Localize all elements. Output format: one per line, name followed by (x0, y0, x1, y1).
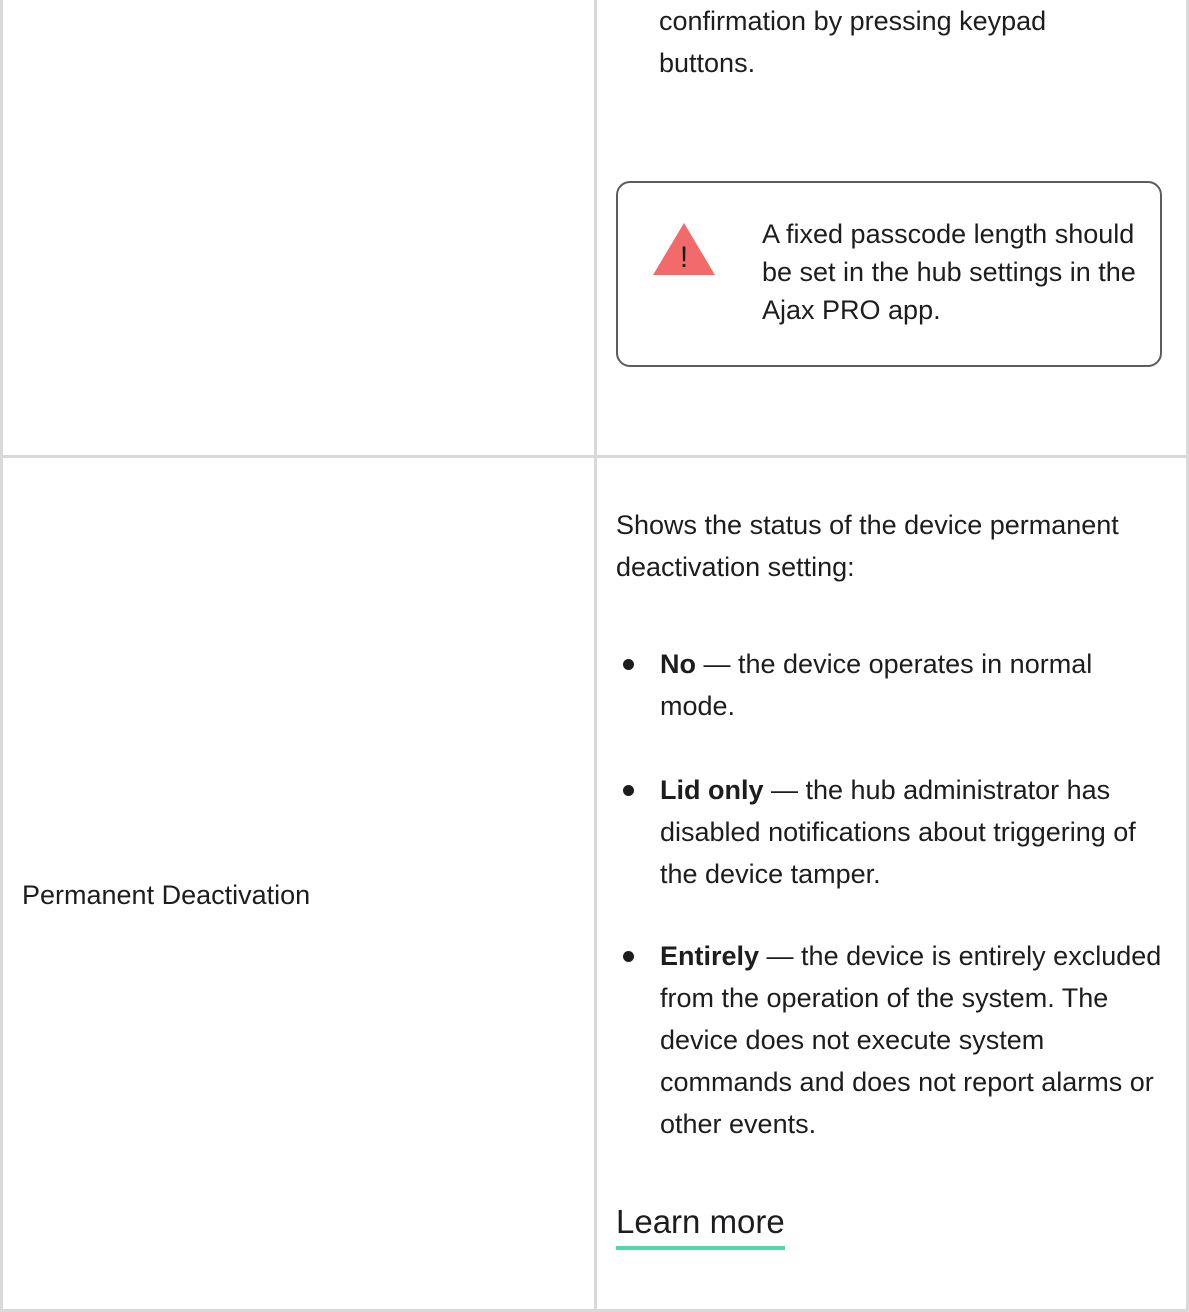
list-item: Entirely — the device is entirely exclud… (616, 935, 1172, 1145)
list-item: Lid only — the hub administrator has dis… (616, 769, 1172, 895)
svg-text:!: ! (680, 241, 688, 274)
bullet-icon (623, 785, 634, 796)
list-item-text: — the device operates in normal mode. (660, 649, 1093, 721)
bullet-icon (623, 951, 634, 962)
warning-notice: ! A fixed passcode length should be set … (616, 181, 1162, 367)
notice-text: A fixed passcode length should be set in… (762, 219, 1136, 325)
table-column-divider (594, 0, 597, 1312)
bullet-icon (623, 659, 634, 670)
warning-triangle-icon: ! (653, 223, 715, 275)
status-options-list: No — the device operates in normal mode.… (616, 643, 1172, 1145)
table-border-left (0, 0, 3, 1312)
learn-more-link[interactable]: Learn more (616, 1200, 785, 1250)
list-item-term: Lid only (660, 775, 764, 805)
table-row-divider (0, 455, 1189, 458)
settings-table: confirmation by pressing keypad buttons.… (0, 0, 1189, 1312)
list-item: No — the device operates in normal mode. (616, 643, 1172, 727)
list-item-term: Entirely (660, 941, 760, 971)
list-item-term: No (660, 649, 696, 679)
row1-description-tail: confirmation by pressing keypad buttons. (659, 6, 1047, 78)
row2-label: Permanent Deactivation (22, 880, 311, 910)
row2-intro: Shows the status of the device permanent… (616, 510, 1119, 582)
